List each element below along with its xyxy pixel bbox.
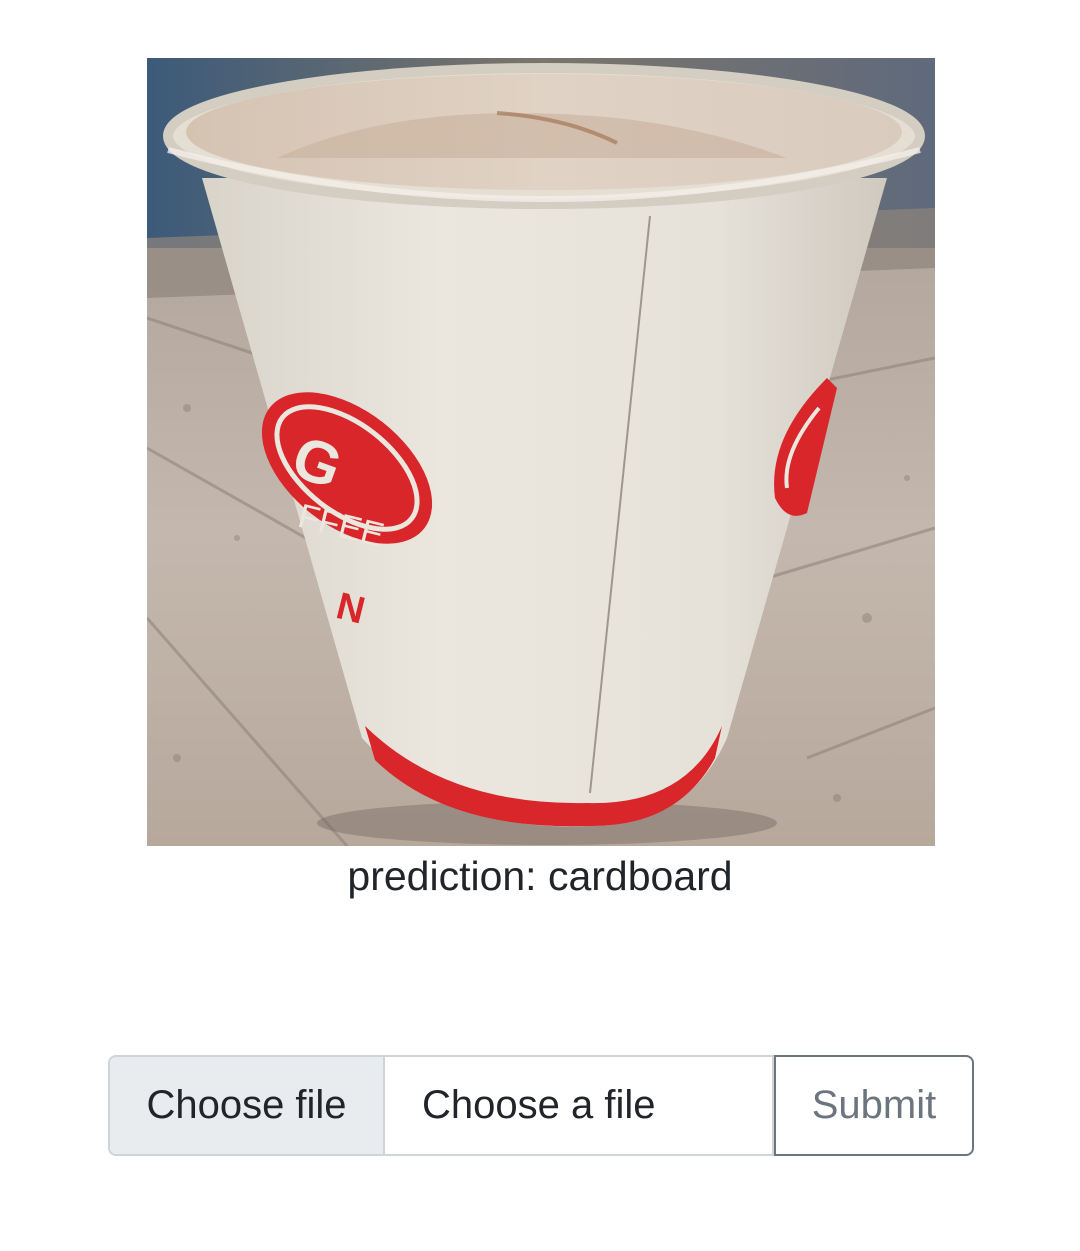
file-name-field[interactable]: Choose a file xyxy=(385,1057,772,1154)
prediction-label: prediction: cardboard xyxy=(347,853,733,899)
upload-form: Choose file Choose a file Submit xyxy=(108,1055,974,1156)
choose-file-button[interactable]: Choose file xyxy=(110,1057,385,1154)
cup-photo: G FFEE N xyxy=(147,58,935,846)
uploaded-image: G FFEE N xyxy=(147,58,935,846)
submit-button[interactable]: Submit xyxy=(774,1055,974,1156)
page: G FFEE N prediction: cardboard Choose fi… xyxy=(0,0,1080,1251)
file-input-group[interactable]: Choose file Choose a file xyxy=(108,1055,774,1156)
